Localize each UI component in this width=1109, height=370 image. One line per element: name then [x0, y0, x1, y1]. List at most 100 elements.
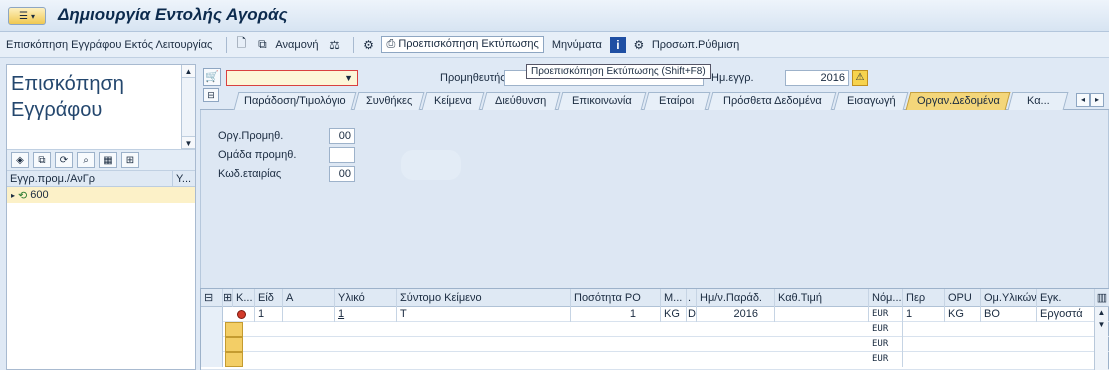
items-scrollbar[interactable]: ▲ ▼	[1094, 307, 1108, 370]
expand-icon[interactable]: ▸	[11, 191, 15, 200]
personal-setting-button[interactable]: Προσωπ.Ρύθμιση	[652, 39, 739, 51]
col-header-material[interactable]: Υλικό	[335, 289, 397, 307]
tab-texts[interactable]: Κείμενα	[421, 92, 485, 110]
cell-currency[interactable]: EUR	[869, 307, 903, 322]
check-icon[interactable]: ⚖	[326, 37, 342, 53]
cell-short-text[interactable]: T	[397, 307, 571, 322]
col-header-d[interactable]: .	[687, 289, 697, 307]
layout-icon[interactable]: ⊞	[223, 289, 233, 307]
tab-partners[interactable]: Εταίροι	[643, 92, 711, 110]
row-edit-cell[interactable]	[225, 322, 243, 337]
sap-menu-icon: ☰	[19, 10, 28, 22]
table-row[interactable]: 1 1 T 1 KG D 2016 EUR 1 KG BO Εργοστά	[201, 307, 1109, 322]
col-header-qty[interactable]: Ποσότητα PO	[571, 289, 661, 307]
row-edit-cell[interactable]	[225, 352, 243, 367]
new-document-icon[interactable]: 🗋	[233, 36, 249, 53]
row-status-icon	[223, 307, 255, 322]
tab-more[interactable]: Κα...	[1007, 92, 1069, 110]
selection-variant-icon[interactable]: ◈	[11, 152, 29, 168]
tab-additional-data[interactable]: Πρόσθετα Δεδομένα	[707, 92, 837, 110]
hierarchy-icon[interactable]: ⊞	[121, 152, 139, 168]
cell-opu[interactable]: KG	[945, 307, 981, 322]
cell-net-price[interactable]	[775, 307, 869, 322]
tab-org-data[interactable]: Οργαν.Δεδομένα	[905, 92, 1011, 110]
company-code-field[interactable]: 00	[329, 166, 355, 182]
scroll-up-icon[interactable]: ▲	[182, 65, 195, 78]
date-field[interactable]: 2016	[785, 70, 849, 86]
find-icon[interactable]: ⌕	[77, 152, 95, 168]
copy-icon[interactable]: ⧉	[33, 152, 51, 168]
help-icon[interactable]: i	[609, 36, 626, 53]
hold-button[interactable]: Αναμονή	[275, 39, 318, 51]
tab-delivery-invoice[interactable]: Παράδοση/Τιμολόγιο	[233, 92, 357, 110]
row-edit-cell[interactable]	[225, 337, 243, 352]
settings-icon[interactable]: ⚙	[360, 37, 376, 53]
cell-currency[interactable]: EUR	[869, 337, 903, 352]
cell-unit[interactable]: KG	[661, 307, 687, 322]
col-header-opu[interactable]: OPU	[945, 289, 981, 307]
scroll-up-icon[interactable]: ▲	[1095, 307, 1108, 319]
layout-icon[interactable]: ▦	[99, 152, 117, 168]
tab-prev-icon[interactable]: ◂	[1076, 93, 1090, 107]
col-header-per[interactable]: Περ	[903, 289, 945, 307]
col-header-currency[interactable]: Νόμ...	[869, 289, 903, 307]
col-header-status[interactable]: Κ...	[233, 289, 255, 307]
cell-currency[interactable]: EUR	[869, 322, 903, 337]
doc-type-select[interactable]: ▼	[226, 70, 358, 86]
personal-setting-icon[interactable]: ⚙	[631, 37, 647, 53]
col-y[interactable]: Υ...	[173, 171, 191, 186]
cell-qty[interactable]: 1	[571, 307, 661, 322]
print-preview-icon: ⎙	[386, 38, 396, 50]
row-selector[interactable]	[201, 322, 223, 337]
col-doc-number[interactable]: Εγγρ.προμ./ΑνΓρ	[7, 171, 173, 186]
items-table: ⊟ ⊞ Κ... Είδ Α Υλικό Σύντομο Κείμενο Ποσ…	[200, 288, 1109, 370]
cart-icon[interactable]: 🛒	[203, 68, 221, 86]
tab-next-icon[interactable]: ▸	[1090, 93, 1104, 107]
chevron-down-icon: ▾	[30, 11, 35, 21]
purch-org-field[interactable]: 00	[329, 128, 355, 144]
system-menu-button[interactable]: ☰ ▾	[8, 7, 46, 25]
refresh-icon[interactable]: ⟳	[55, 152, 73, 168]
messages-button[interactable]: Μηνύματα	[552, 39, 602, 51]
doc-overview-off-button[interactable]: Επισκόπηση Εγγράφου Εκτός Λειτουργίας	[6, 39, 212, 51]
col-header-unit[interactable]: Μ...	[661, 289, 687, 307]
col-header-net-price[interactable]: Καθ.Τιμή	[775, 289, 869, 307]
cell-d[interactable]: D	[687, 307, 697, 322]
cell-currency[interactable]: EUR	[869, 352, 903, 367]
warning-icon[interactable]: ⚠	[852, 70, 868, 86]
table-row[interactable]: EUR	[201, 322, 1109, 337]
column-settings-icon[interactable]: ▥	[1095, 289, 1109, 307]
row-selector[interactable]	[201, 307, 223, 322]
col-header-delivery-date[interactable]: Ημ/ν.Παράδ.	[697, 289, 775, 307]
tab-conditions[interactable]: Συνθήκες	[353, 92, 425, 110]
doc-overview-scrollbar[interactable]: ▲ ▼	[181, 65, 195, 149]
cell-item[interactable]: 1	[255, 307, 283, 322]
tree-item[interactable]: ▸ ⟲ 600	[7, 187, 195, 203]
cell-per[interactable]: 1	[903, 307, 945, 322]
col-header-mat-group[interactable]: Ομ.Υλικών	[981, 289, 1037, 307]
cell-material[interactable]: 1	[335, 307, 397, 322]
table-row[interactable]: EUR	[201, 352, 1109, 370]
cell-delivery-date[interactable]: 2016	[697, 307, 775, 322]
col-header-a[interactable]: Α	[283, 289, 335, 307]
purch-group-field[interactable]	[329, 147, 355, 163]
row-selector[interactable]	[201, 352, 223, 367]
col-header-short-text[interactable]: Σύντομο Κείμενο	[397, 289, 571, 307]
scroll-down-icon[interactable]: ▼	[182, 136, 195, 149]
expand-items-icon[interactable]: ⊟	[201, 289, 223, 307]
scroll-down-icon[interactable]: ▼	[1095, 319, 1108, 331]
print-preview-button[interactable]: ⎙ Προεπισκόπηση Εκτύπωσης	[381, 36, 544, 53]
tab-address[interactable]: Διεύθυνση	[481, 92, 561, 110]
tab-import[interactable]: Εισαγωγή	[833, 92, 909, 110]
col-header-plant[interactable]: Εγκ.	[1037, 289, 1095, 307]
table-row[interactable]: EUR	[201, 337, 1109, 352]
cell-mat-group[interactable]: BO	[981, 307, 1037, 322]
panel-decoration	[401, 150, 461, 180]
row-selector[interactable]	[201, 337, 223, 352]
other-document-icon[interactable]: ⧉	[254, 37, 270, 53]
cell-a[interactable]	[283, 307, 335, 322]
company-code-label: Κωδ.εταιρίας	[218, 168, 282, 180]
cell-plant[interactable]: Εργοστά	[1037, 307, 1095, 322]
col-header-item-type[interactable]: Είδ	[255, 289, 283, 307]
tab-communication[interactable]: Επικοινωνία	[557, 92, 647, 110]
